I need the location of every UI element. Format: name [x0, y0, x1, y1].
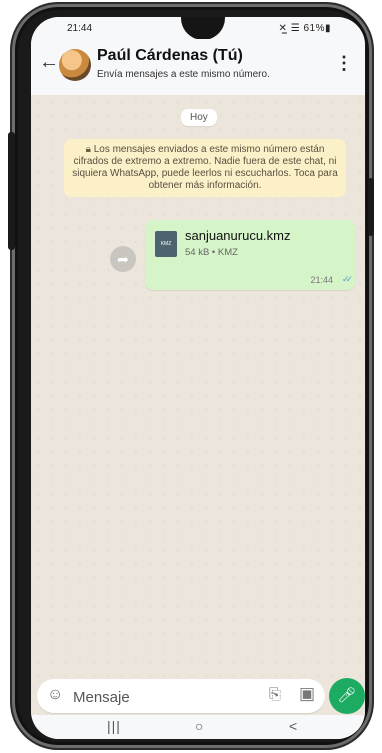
wifi-icon: ☰: [290, 23, 301, 34]
contact-name[interactable]: Paúl Cárdenas (Tú): [97, 47, 243, 65]
input-bar: ☺ ⎘ ▣ 🎤︎: [31, 677, 365, 715]
chat-header: ← Paúl Cárdenas (Tú) Envía mensajes a es…: [31, 39, 365, 96]
recents-button[interactable]: |||: [107, 718, 121, 734]
battery-level: 61%: [303, 23, 325, 34]
status-time: 21:44: [67, 23, 93, 34]
navigation-bar: ||| ○ <: [31, 715, 365, 739]
signal-icon: ✕̲: [278, 23, 288, 34]
status-icons: ✕̲ ☰ 61%▮: [279, 23, 331, 34]
battery-icon: ▮: [324, 23, 331, 34]
message-input[interactable]: [71, 683, 265, 711]
phone-screen: 21:44 ✕̲ ☰ 61%▮ ← Paúl Cárdenas (Tú) Env…: [31, 17, 365, 739]
lock-icon: 🔒︎: [85, 144, 91, 155]
read-ticks-icon: ✓✓: [341, 274, 353, 284]
message-time: 21:44: [310, 275, 333, 285]
nav-back-button[interactable]: <: [289, 718, 297, 734]
contact-subtitle: Envía mensajes a este mismo número.: [97, 69, 270, 80]
camera-icon[interactable]: ▣: [299, 684, 315, 704]
emoji-icon[interactable]: ☺: [47, 686, 63, 704]
attach-icon[interactable]: ⎘: [269, 686, 281, 703]
file-icon: KMZ: [155, 231, 177, 257]
file-message-bubble[interactable]: KMZ sanjuanurucu.kmz 54 kB • KMZ 21:44 ✓…: [145, 220, 355, 290]
forward-icon[interactable]: ➦: [110, 246, 136, 272]
file-meta: 54 kB • KMZ: [185, 247, 238, 258]
message-input-container: ☺ ⎘ ▣: [37, 679, 325, 713]
volume-button: [8, 132, 15, 250]
encryption-notice[interactable]: 🔒︎ Los mensajes enviados a este mismo nú…: [64, 139, 346, 197]
back-arrow-icon[interactable]: ←: [39, 51, 59, 74]
date-chip: Hoy: [181, 109, 217, 126]
power-button: [368, 178, 374, 236]
chat-area[interactable]: Hoy 🔒︎ Los mensajes enviados a este mism…: [31, 95, 365, 677]
home-button[interactable]: ○: [195, 718, 203, 734]
file-name: sanjuanurucu.kmz: [185, 228, 291, 243]
more-options-icon[interactable]: ⋮: [335, 53, 353, 74]
encryption-notice-text: Los mensajes enviados a este mismo númer…: [72, 144, 338, 191]
microphone-button[interactable]: 🎤︎: [329, 678, 365, 714]
avatar[interactable]: [59, 49, 91, 81]
